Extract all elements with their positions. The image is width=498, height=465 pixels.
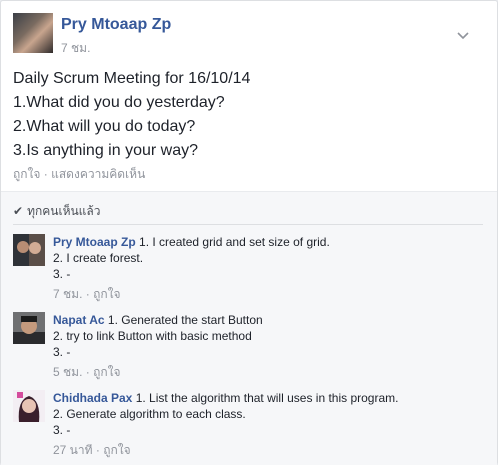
- comment-text: 2. I create forest.: [53, 251, 144, 265]
- comment-text: 1. I created grid and set size of grid.: [135, 235, 330, 249]
- comment-body: Chidhada Pax 1. List the algorithm that …: [53, 390, 483, 458]
- seen-by-label: ทุกคนเห็นแล้ว: [27, 204, 101, 218]
- comment-meta: 27 นาที · ถูกใจ: [53, 443, 131, 457]
- post-line: 2.What will you do today?: [13, 118, 196, 135]
- action-separator: ·: [43, 167, 48, 181]
- commenter-name[interactable]: Chidhada Pax: [53, 391, 132, 405]
- commenter-avatar[interactable]: [13, 312, 45, 344]
- comment-text: 1. List the algorithm that will uses in …: [132, 391, 399, 405]
- seen-by-row[interactable]: ✔ ทุกคนเห็นแล้ว: [13, 202, 101, 221]
- comment-body: Napat Ac 1. Generated the start Button 2…: [53, 312, 483, 380]
- post-timestamp[interactable]: 7 ชม.: [61, 39, 90, 58]
- divider: [13, 224, 483, 225]
- post-actions: ถูกใจ · แสดงความคิดเห็น: [13, 165, 145, 184]
- comment-timestamp[interactable]: 7 ชม.: [53, 287, 82, 301]
- post-line: 1.What did you do yesterday?: [13, 94, 225, 111]
- post-line: 3.Is anything in your way?: [13, 142, 198, 159]
- commenter-name[interactable]: Napat Ac: [53, 313, 105, 327]
- comment-text: 3. -: [53, 423, 71, 437]
- comment-link[interactable]: แสดงความคิดเห็น: [51, 167, 145, 181]
- comment-text: 3. -: [53, 267, 71, 281]
- post-line: Daily Scrum Meeting for 16/10/14: [13, 70, 251, 87]
- comment-timestamp[interactable]: 27 นาที: [53, 443, 93, 457]
- commenter-avatar[interactable]: [13, 234, 45, 266]
- comment-like-link[interactable]: ถูกใจ: [93, 287, 120, 301]
- commenter-avatar[interactable]: [13, 390, 45, 422]
- author-avatar[interactable]: [13, 13, 53, 53]
- comment-timestamp[interactable]: 5 ชม.: [53, 365, 82, 379]
- chevron-down-icon[interactable]: [455, 27, 471, 43]
- comment-like-link[interactable]: ถูกใจ: [93, 365, 120, 379]
- comment-meta: 5 ชม. · ถูกใจ: [53, 365, 121, 379]
- post-author-name[interactable]: Pry Mtoaap Zp: [61, 16, 171, 34]
- comment-meta: 7 ชม. · ถูกใจ: [53, 287, 121, 301]
- comment-body: Pry Mtoaap Zp 1. I created grid and set …: [53, 234, 483, 302]
- commenter-name[interactable]: Pry Mtoaap Zp: [53, 235, 136, 249]
- comment-like-link[interactable]: ถูกใจ: [103, 443, 130, 457]
- comments-section: ✔ ทุกคนเห็นแล้ว Pry Mtoaap Zp 1. I create…: [1, 191, 497, 465]
- post-content: Daily Scrum Meeting for 16/10/14 1.What …: [13, 67, 483, 163]
- post-card: Pry Mtoaap Zp 7 ชม. Daily Scrum Meeting …: [0, 0, 498, 465]
- like-link[interactable]: ถูกใจ: [13, 167, 40, 181]
- comment-text: 1. Generated the start Button: [104, 313, 263, 327]
- check-icon: ✔: [13, 204, 24, 218]
- comment-text: 2. Generate algorithm to each class.: [53, 407, 246, 421]
- comment-text: 3. -: [53, 345, 71, 359]
- comment-text: 2. try to link Button with basic method: [53, 329, 252, 343]
- post-header: Pry Mtoaap Zp 7 ชม.: [13, 13, 483, 55]
